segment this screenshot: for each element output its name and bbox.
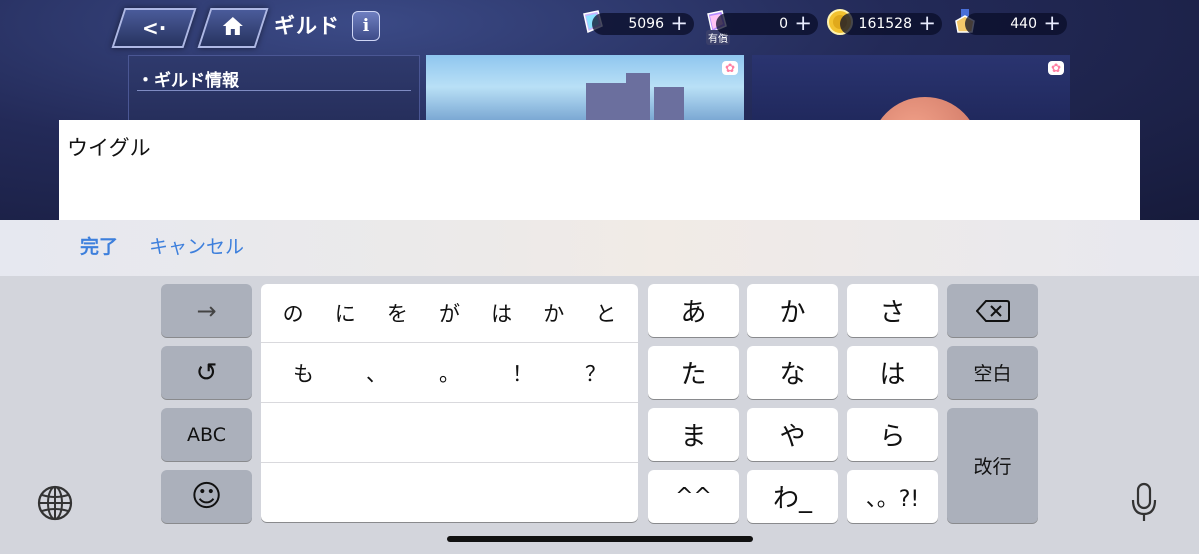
microphone-icon[interactable] [1130, 482, 1158, 524]
home-indicator[interactable] [447, 536, 753, 542]
keyboard-accessory-bar: 完了 キャンセル [0, 220, 1199, 276]
arrow-right-icon: → [196, 296, 217, 325]
paw-icon: ✿ [722, 61, 738, 75]
candidate-item[interactable]: 、 [366, 358, 387, 388]
add-medal-button[interactable]: + [1043, 11, 1061, 35]
back-button[interactable]: <· [111, 8, 197, 48]
currency-value: 440 [1010, 16, 1037, 32]
currency-value: 161528 [858, 16, 912, 32]
punctuation-key[interactable]: 、。?! [847, 470, 938, 523]
text-input-field[interactable]: ウイグル [59, 120, 1140, 220]
candidate-item[interactable]: が [439, 298, 460, 328]
candidate-row: の に を が は か と [261, 284, 638, 343]
next-candidate-key[interactable]: → [161, 284, 252, 337]
candidate-item[interactable]: ！ [512, 358, 533, 388]
info-button[interactable]: i [352, 11, 380, 41]
candidate-item[interactable]: に [335, 298, 356, 328]
delete-icon [975, 299, 1010, 322]
candidate-list: の に を が は か と も 、 。 ！ ？ [261, 284, 638, 522]
home-button[interactable] [197, 8, 269, 48]
kana-key-ta[interactable]: た [648, 346, 739, 399]
guild-info-title: ・ギルド情報 [137, 71, 239, 91]
home-icon [222, 16, 244, 41]
kana-key-ra[interactable]: ら [847, 408, 938, 461]
kana-key-ha[interactable]: は [847, 346, 938, 399]
kana-key-na[interactable]: な [747, 346, 838, 399]
done-button[interactable]: 完了 [80, 232, 118, 259]
candidate-item[interactable]: を [387, 298, 408, 328]
candidate-row-empty [261, 404, 638, 463]
candidate-item[interactable]: の [283, 298, 304, 328]
japanese-kana-keyboard: → ↺ ABC ☺ の に を が は か と も 、 。 ！ ？ あ か さ … [0, 276, 1199, 554]
abc-key[interactable]: ABC [161, 408, 252, 461]
candidate-item[interactable]: ？ [585, 358, 606, 388]
add-mana-button[interactable]: + [918, 11, 936, 35]
currency-jewel: 5096 + [592, 11, 694, 35]
space-key[interactable]: 空白 [947, 346, 1038, 399]
emoji-icon: ☺ [190, 479, 223, 514]
undo-key[interactable]: ↺ [161, 346, 252, 399]
paw-icon: ✿ [1048, 61, 1064, 75]
currency-value: 5096 [628, 16, 664, 32]
page-title: ギルド [274, 14, 340, 38]
divider [137, 90, 411, 91]
delete-key[interactable] [947, 284, 1038, 337]
kana-key-ka[interactable]: か [747, 284, 838, 337]
globe-icon[interactable] [36, 484, 74, 522]
currency-medal: 440 + [965, 11, 1067, 35]
candidate-item[interactable]: も [293, 358, 314, 388]
kana-key-a[interactable]: あ [648, 284, 739, 337]
candidate-item[interactable]: か [543, 298, 564, 328]
add-jewel-button[interactable]: + [670, 11, 688, 35]
input-value: ウイグル [67, 136, 151, 160]
kana-key-wa[interactable]: わ_ [747, 470, 838, 523]
currency-paid-jewel: 0 + [716, 11, 818, 35]
currency-mana: 161528 + [840, 11, 942, 35]
abc-label: ABC [187, 423, 226, 446]
currency-value: 0 [779, 16, 788, 32]
undo-icon: ↺ [195, 357, 218, 388]
candidate-item[interactable]: と [595, 298, 616, 328]
add-paid-jewel-button[interactable]: + [794, 11, 812, 35]
candidate-row-empty [261, 464, 638, 522]
cancel-button[interactable]: キャンセル [149, 232, 244, 259]
kana-key-ma[interactable]: ま [648, 408, 739, 461]
candidate-row: も 、 。 ！ ？ [261, 344, 638, 403]
candidate-item[interactable]: は [491, 298, 512, 328]
kana-key-sa[interactable]: さ [847, 284, 938, 337]
emoji-key[interactable]: ☺ [161, 470, 252, 523]
kaomoji-key[interactable]: ^^ [648, 470, 739, 523]
kana-key-ya[interactable]: や [747, 408, 838, 461]
back-arrow-icon: <· [141, 16, 167, 40]
return-key[interactable]: 改行 [947, 408, 1038, 523]
candidate-item[interactable]: 。 [439, 358, 460, 388]
